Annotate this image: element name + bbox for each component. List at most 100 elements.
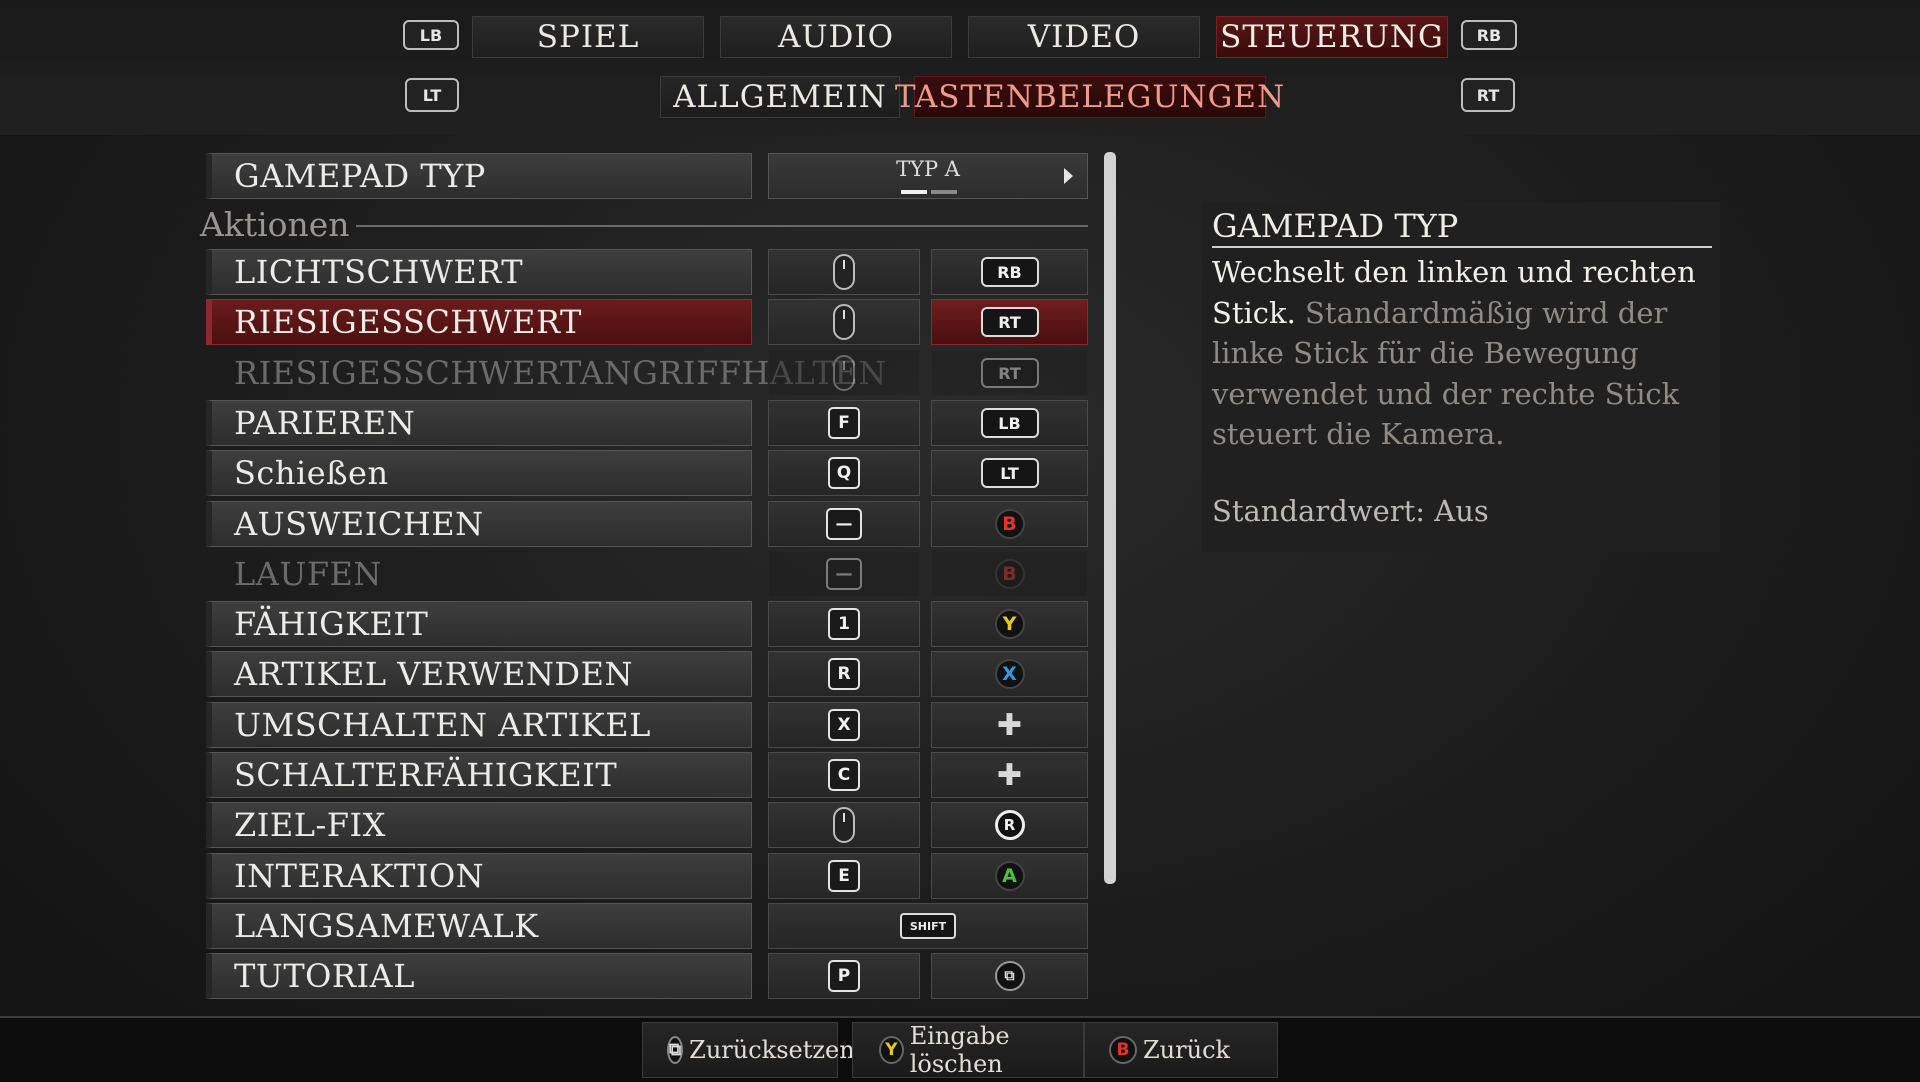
tab-spiel[interactable]: SPIEL — [472, 16, 704, 58]
binding-row[interactable]: INTERAKTION E A — [200, 853, 1088, 899]
binding-row[interactable]: FÄHIGKEIT 1 Y — [200, 601, 1088, 647]
keyboard-key: E — [828, 860, 860, 892]
gamepad-binding-slot[interactable]: RT — [931, 299, 1088, 345]
gamepad-binding-slot[interactable]: LB — [931, 400, 1088, 446]
gamepad-binding-slot: B — [931, 551, 1088, 597]
y-button-icon: Y — [994, 609, 1025, 639]
binding-label: TUTORIAL — [206, 953, 752, 999]
keyboard-binding-slot[interactable] — [768, 802, 920, 848]
spacebar-icon: — — [826, 558, 862, 590]
gamepad-type-row[interactable]: GAMEPAD TYP TYP A — [200, 153, 1088, 199]
binding-row[interactable]: ZIEL-FIX R — [200, 802, 1088, 848]
tab-steuerung[interactable]: STEUERUNG — [1216, 16, 1448, 58]
keyboard-binding-slot[interactable]: 1 — [768, 601, 920, 647]
binding-label: ZIEL-FIX — [206, 802, 752, 848]
binding-row[interactable]: AUSWEICHEN — B — [200, 501, 1088, 547]
tab-audio[interactable]: AUDIO — [720, 16, 952, 58]
gamepad-binding-slot[interactable]: ✚ — [931, 702, 1088, 748]
description-panel: GAMEPAD TYP Wechselt den linken und rech… — [1202, 202, 1720, 552]
dpad-icon: ✚ — [996, 707, 1023, 743]
gamepad-binding-slot[interactable]: A — [931, 853, 1088, 899]
description-divider — [1212, 246, 1712, 248]
binding-label: SCHALTERFÄHIGKEIT — [206, 752, 752, 798]
dpad-icon: ✚ — [996, 757, 1023, 793]
binding-row[interactable]: UMSCHALTEN ARTIKEL X ✚ — [200, 702, 1088, 748]
mouse-icon — [833, 254, 855, 290]
binding-label: ARTIKEL VERWENDEN — [206, 651, 752, 697]
binding-row[interactable]: SCHALTERFÄHIGKEIT C ✚ — [200, 752, 1088, 798]
binding-label: LANGSAMEWALK — [206, 903, 752, 949]
keyboard-binding-slot[interactable]: R — [768, 651, 920, 697]
binding-label: Schießen — [206, 450, 752, 496]
clear-input-label: Eingabe löschen — [909, 1022, 1010, 1078]
spacebar-icon: — — [826, 508, 862, 540]
keyboard-binding-slot[interactable]: F — [768, 400, 920, 446]
gamepad-binding-slot: RT — [931, 350, 1088, 396]
clear-input-button[interactable]: Y Eingabe löschen — [852, 1022, 1084, 1078]
gamepad-type-selector[interactable]: TYP A — [768, 153, 1088, 199]
gamepad-binding-slot[interactable]: ✚ — [931, 752, 1088, 798]
gamepad-binding-slot[interactable]: B — [931, 501, 1088, 547]
keyboard-binding-slot[interactable]: C — [768, 752, 920, 798]
keyboard-key: X — [828, 709, 860, 741]
keyboard-binding-slot[interactable] — [768, 249, 920, 295]
lb-button-icon[interactable]: LB — [403, 20, 459, 50]
lt-button-icon[interactable]: LT — [405, 78, 459, 112]
binding-row: LAUFEN — B — [200, 551, 1088, 597]
mouse-icon — [833, 807, 855, 843]
binding-label: LAUFEN — [234, 555, 382, 593]
subtab-tastenbelegungen[interactable]: TASTENBELEGUNGEN — [895, 76, 1284, 118]
keyboard-key: C — [828, 759, 860, 791]
keyboard-binding-slot[interactable]: Q — [768, 450, 920, 496]
keyboard-binding-slot[interactable]: P — [768, 953, 920, 999]
binding-row: RIESIGESSCHWERTANGRIFFHALTEN RT — [200, 350, 1088, 396]
binding-row[interactable]: LANGSAMEWALK SHIFT — [200, 903, 1088, 949]
gamepad-binding-slot[interactable]: X — [931, 651, 1088, 697]
subtab-allgemein[interactable]: ALLGEMEIN — [660, 76, 900, 118]
gamepad-binding-slot[interactable]: R — [931, 802, 1088, 848]
back-button[interactable]: B Zurück — [1084, 1022, 1278, 1078]
description-body: Wechselt den linken und rechten Stick. S… — [1212, 252, 1712, 455]
arrow-right-icon[interactable] — [1064, 168, 1073, 184]
reset-label: Zurücksetzen — [689, 1036, 855, 1064]
view-button-icon: ⧉ — [667, 1036, 684, 1064]
binding-label: PARIEREN — [206, 400, 752, 446]
view-button-icon: ⧉ — [994, 961, 1025, 991]
scrollbar[interactable] — [1104, 152, 1116, 884]
shift-key-icon: SHIFT — [899, 913, 957, 939]
rt-button-icon[interactable]: RT — [1461, 78, 1515, 112]
gamepad-binding-slot[interactable]: ⧉ — [931, 953, 1088, 999]
binding-row[interactable]: TUTORIAL P ⧉ — [200, 953, 1088, 999]
reset-button[interactable]: ⧉ Zurücksetzen — [642, 1022, 855, 1078]
keyboard-binding-slot[interactable]: E — [768, 853, 920, 899]
keyboard-binding-slot — [768, 350, 920, 396]
binding-label: RIESIGESSCHWERTANGRIFFHALTEN — [234, 354, 887, 392]
rt-button-icon: RT — [980, 358, 1039, 388]
tab-video[interactable]: VIDEO — [968, 16, 1200, 58]
binding-row[interactable]: Schießen Q LT — [200, 450, 1088, 496]
a-button-icon: A — [994, 861, 1025, 891]
binding-row[interactable]: ARTIKEL VERWENDEN R X — [200, 651, 1088, 697]
b-button-icon: B — [994, 559, 1025, 589]
gamepad-binding-slot[interactable]: LT — [931, 450, 1088, 496]
keyboard-binding-slot[interactable]: SHIFT — [768, 903, 1088, 949]
gamepad-binding-slot[interactable]: RB — [931, 249, 1088, 295]
keyboard-binding-slot[interactable]: — — [768, 501, 920, 547]
gamepad-binding-slot[interactable]: Y — [931, 601, 1088, 647]
binding-label: UMSCHALTEN ARTIKEL — [206, 702, 752, 748]
rb-button-icon[interactable]: RB — [1461, 20, 1517, 50]
binding-label: AUSWEICHEN — [206, 501, 752, 547]
mouse-icon — [833, 304, 855, 340]
y-button-icon: Y — [879, 1036, 904, 1064]
section-heading: Aktionen — [200, 205, 350, 244]
keyboard-binding-slot[interactable]: X — [768, 702, 920, 748]
x-button-icon: X — [994, 659, 1025, 689]
rb-button-icon: RB — [980, 257, 1039, 287]
binding-label: RIESIGESSCHWERT — [206, 299, 752, 345]
b-button-icon: B — [1109, 1036, 1137, 1064]
binding-row[interactable]: RIESIGESSCHWERT RT — [200, 299, 1088, 345]
keyboard-binding-slot[interactable] — [768, 299, 920, 345]
binding-row[interactable]: PARIEREN F LB — [200, 400, 1088, 446]
binding-row[interactable]: LICHTSCHWERT RB — [200, 249, 1088, 295]
description-default: Standardwert: Aus — [1212, 494, 1489, 528]
